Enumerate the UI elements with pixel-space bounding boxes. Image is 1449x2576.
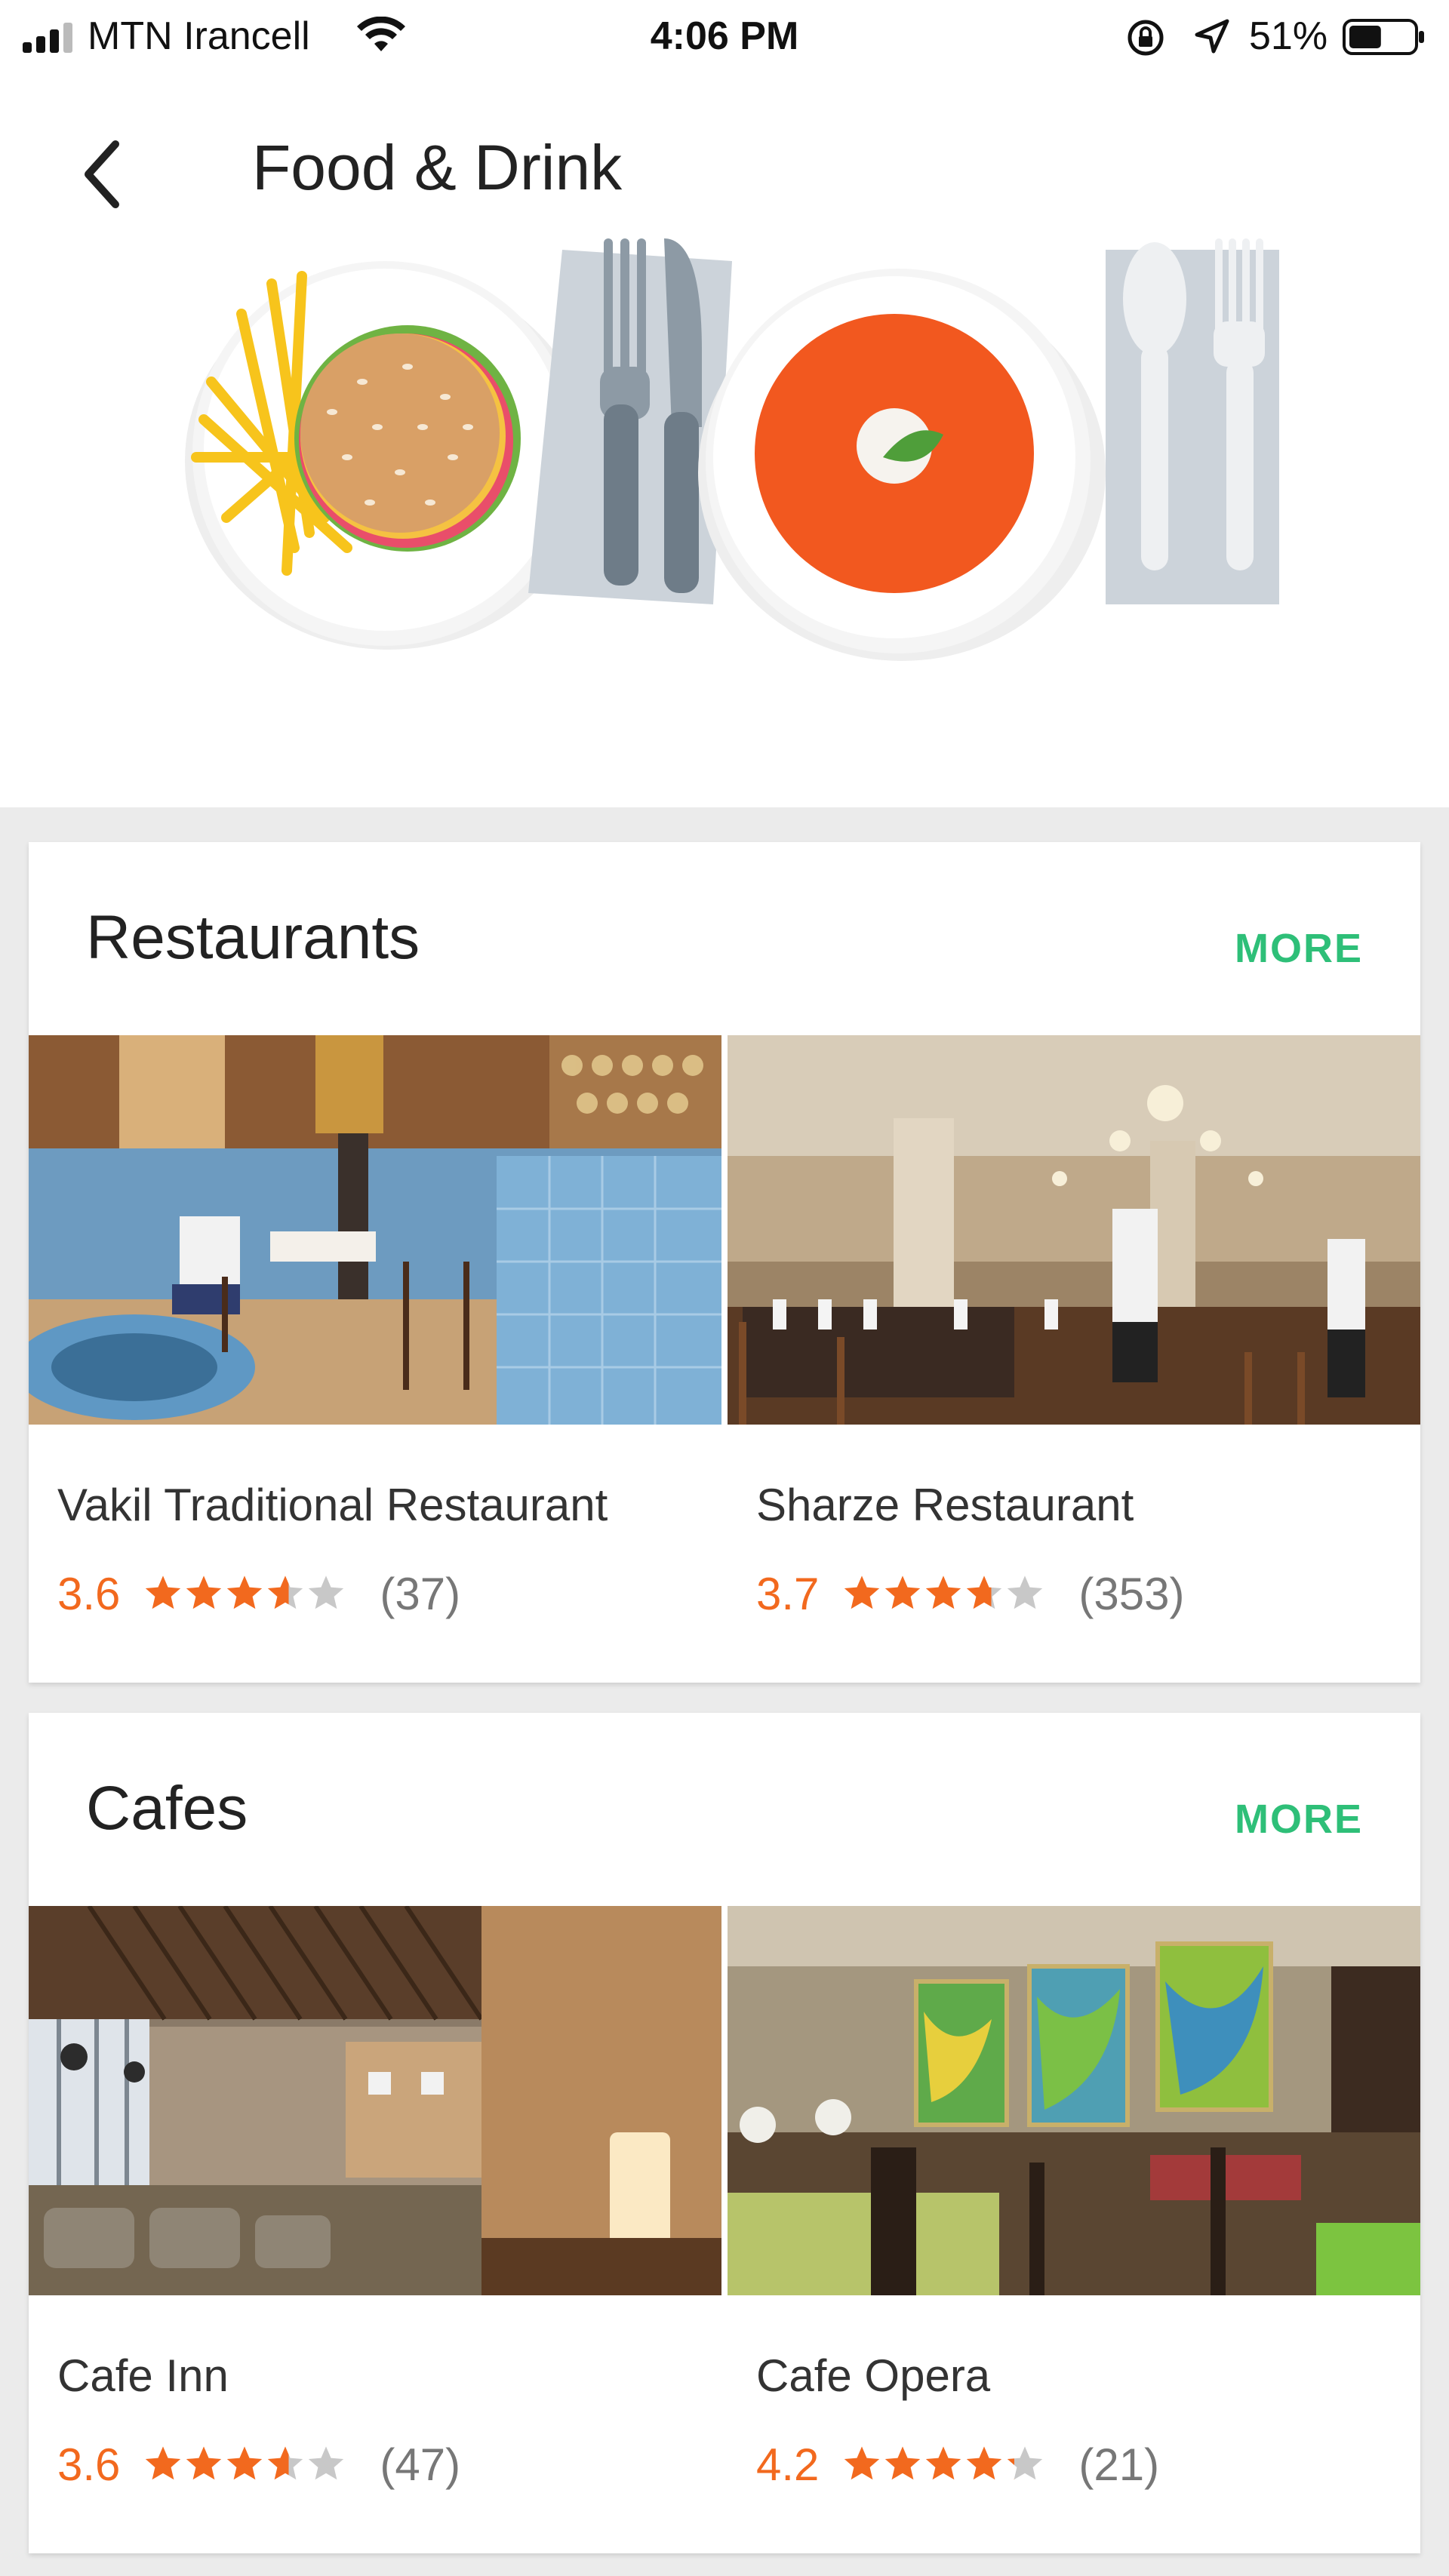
section-title: Cafes <box>86 1774 248 1843</box>
place-name: Sharze Restaurant <box>756 1480 1134 1530</box>
star-icon <box>227 2446 263 2480</box>
star-icon <box>309 1575 344 1609</box>
header: Food & Drink <box>0 72 1449 807</box>
star-icon <box>885 2446 921 2480</box>
status-time: 4:06 PM <box>650 14 799 58</box>
star-icon <box>186 2446 222 2480</box>
star-icon <box>1008 2446 1043 2480</box>
star-icon <box>967 1575 1002 1609</box>
star-rating <box>841 1573 1045 1614</box>
review-count: (47) <box>380 2439 461 2490</box>
star-icon <box>227 1575 263 1609</box>
star-rating <box>841 2444 1045 2485</box>
place-rating: 3.6 (47) <box>57 2434 460 2495</box>
restaurants-more-link[interactable]: MORE <box>1235 925 1363 972</box>
place-photo <box>728 1035 1420 1425</box>
star-icon <box>268 2446 303 2480</box>
chevron-left-icon <box>85 140 119 208</box>
review-count: (353) <box>1078 1568 1185 1619</box>
orientation-lock-icon <box>1128 20 1164 56</box>
place-card[interactable]: Cafe Inn 3.6 (47) <box>29 1906 721 2553</box>
place-name: Vakil Traditional Restaurant <box>57 1480 608 1530</box>
food-drink-illustration <box>185 238 1279 661</box>
back-button[interactable] <box>68 133 136 216</box>
star-rating <box>143 2444 346 2485</box>
page-title: Food & Drink <box>252 132 623 203</box>
place-card[interactable]: Sharze Restaurant 3.7 (353) <box>728 1035 1420 1683</box>
star-icon <box>885 1575 921 1609</box>
star-icon <box>844 2446 880 2480</box>
star-icon <box>146 1575 181 1609</box>
place-card[interactable]: Cafe Opera 4.2 (21) <box>728 1906 1420 2553</box>
star-icon <box>844 1575 880 1609</box>
star-icon <box>309 2446 344 2480</box>
cafes-more-link[interactable]: MORE <box>1235 1796 1363 1843</box>
rating-value: 3.7 <box>756 1568 820 1619</box>
place-photo <box>29 1035 721 1425</box>
place-photo <box>728 1906 1420 2295</box>
star-icon <box>186 1575 222 1609</box>
review-count: (37) <box>380 1568 461 1619</box>
star-icon <box>926 1575 961 1609</box>
place-card[interactable]: Vakil Traditional Restaurant 3.6 (37) <box>29 1035 721 1683</box>
star-icon <box>268 1575 303 1609</box>
star-icon <box>967 2446 1002 2480</box>
place-name: Cafe Inn <box>57 2350 229 2401</box>
star-rating <box>143 1573 346 1614</box>
location-arrow-icon <box>1195 19 1229 54</box>
star-icon <box>146 2446 181 2480</box>
cafes-section: Cafes MORE Cafe Inn 3.6 (47) Cafe Opera … <box>29 1713 1420 2553</box>
battery-percent: 51% <box>1249 14 1328 58</box>
star-icon <box>926 2446 961 2480</box>
place-rating: 4.2 (21) <box>756 2434 1159 2495</box>
place-rating: 3.6 (37) <box>57 1563 460 1624</box>
place-rating: 3.7 (353) <box>756 1563 1185 1624</box>
review-count: (21) <box>1078 2439 1160 2490</box>
rating-value: 4.2 <box>756 2439 820 2490</box>
status-bar: MTN Irancell 4:06 PM 51% <box>0 0 1449 72</box>
battery-icon <box>1343 19 1424 55</box>
place-name: Cafe Opera <box>756 2350 991 2401</box>
rating-value: 3.6 <box>57 1568 121 1619</box>
star-icon <box>1008 1575 1043 1609</box>
place-photo <box>29 1906 721 2295</box>
section-title: Restaurants <box>86 903 420 972</box>
restaurants-section: Restaurants MORE Vakil Traditional Resta… <box>29 842 1420 1683</box>
rating-value: 3.6 <box>57 2439 121 2490</box>
